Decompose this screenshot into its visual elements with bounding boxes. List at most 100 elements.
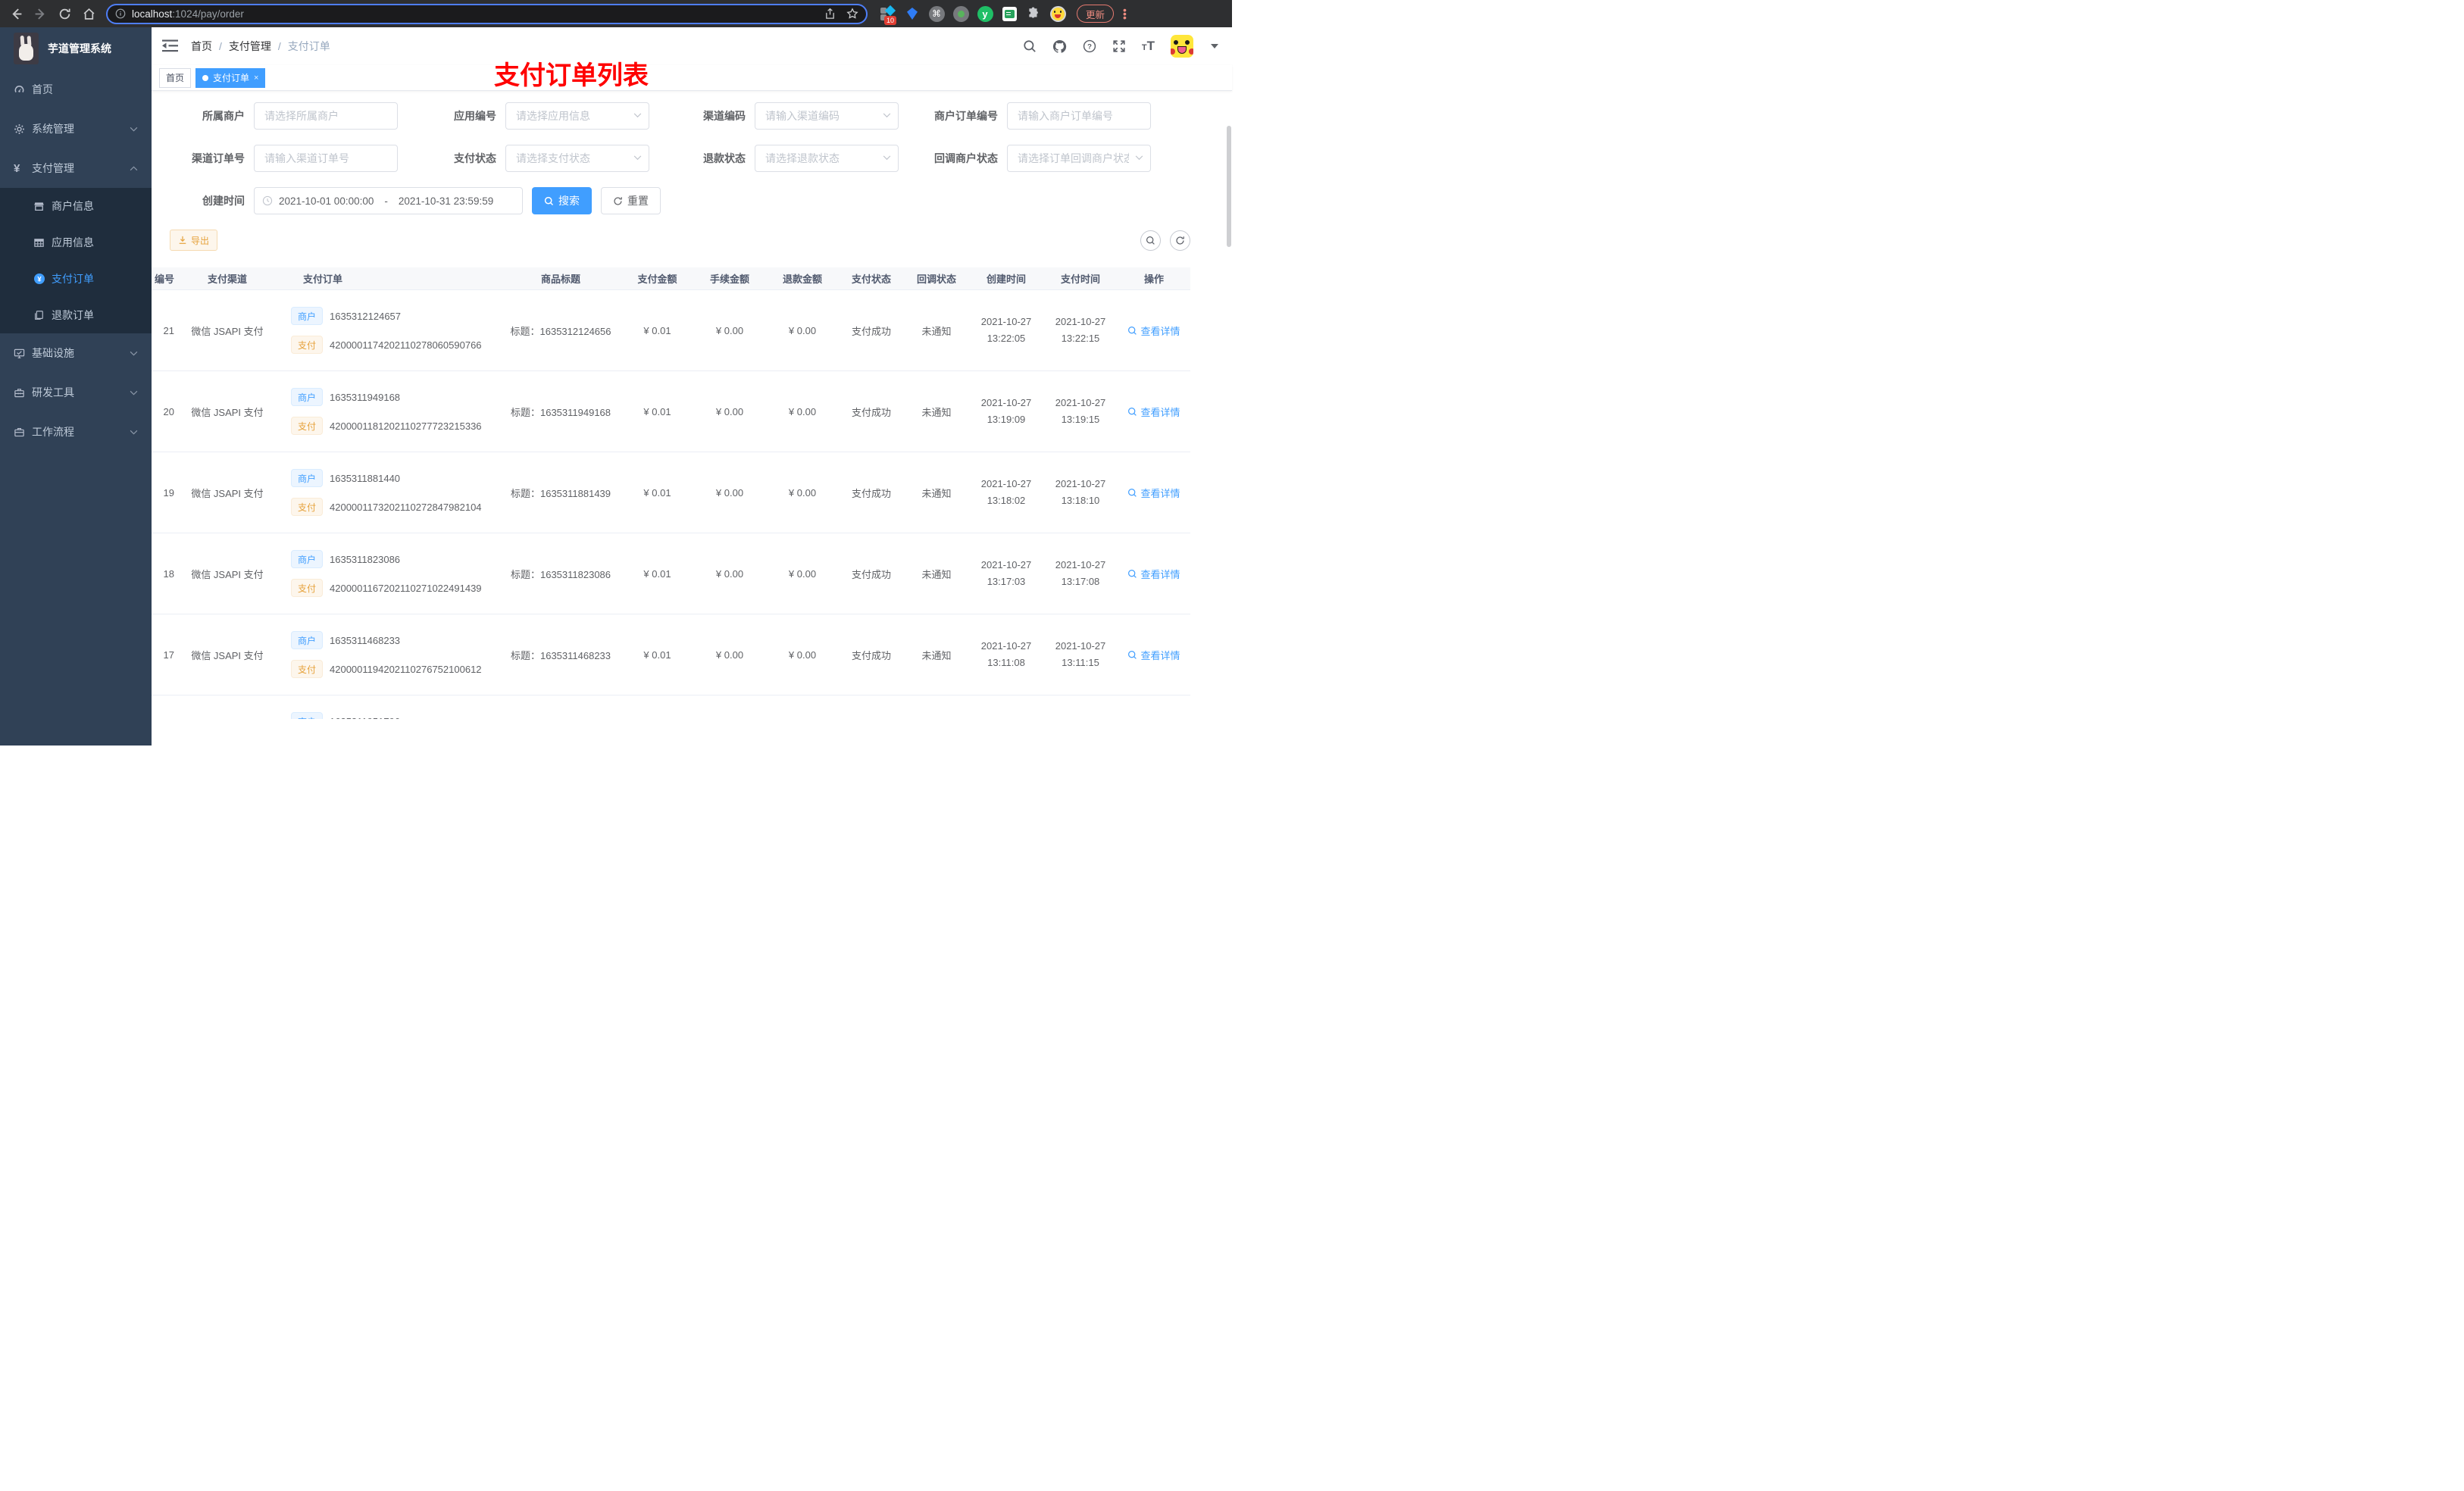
view-detail-link[interactable]: 查看详情 (1127, 486, 1180, 500)
breadcrumb-pay-mgmt[interactable]: 支付管理 (229, 39, 271, 54)
view-detail-link[interactable]: 查看详情 (1127, 324, 1180, 338)
yen-icon: ¥ (14, 161, 20, 175)
view-magnifier-icon (1128, 326, 1137, 335)
extension-dice-icon[interactable]: 10 (880, 5, 897, 25)
avatar-caret-icon[interactable] (1211, 44, 1218, 48)
create-time-range-picker[interactable]: 2021-10-01 00:00:00 - 2021-10-31 23:59:5… (254, 187, 523, 214)
extension-gem-icon[interactable] (904, 5, 921, 22)
breadcrumb: 首页 / 支付管理 / 支付订单 (191, 39, 330, 54)
table-row: 20 微信 JSAPI 支付 商户 1635311949168 支付 42000… (152, 371, 1190, 452)
help-icon[interactable]: ? (1083, 39, 1096, 53)
search-button[interactable]: 搜索 (532, 187, 592, 214)
home-icon[interactable] (79, 4, 98, 23)
sidebar-item-refund-order[interactable]: 退款订单 (0, 297, 152, 333)
pay-tag: 支付 (291, 498, 324, 516)
pay-status-select[interactable] (505, 145, 649, 172)
fullscreen-icon[interactable] (1112, 39, 1126, 53)
sidebar-item-pay[interactable]: ¥ 支付管理 (0, 148, 152, 188)
forward-icon[interactable] (30, 4, 50, 23)
topbar: 首页 / 支付管理 / 支付订单 ? TT (152, 27, 1232, 65)
extension-badge: 10 (884, 16, 897, 25)
table-row: 商户 1635311951796 支付 查看详情 (152, 695, 1190, 719)
extension-record-icon[interactable] (952, 5, 969, 22)
download-icon (179, 236, 186, 244)
extension-chat-icon[interactable] (1001, 5, 1018, 22)
clock-icon (262, 195, 273, 206)
share-icon[interactable] (824, 8, 836, 20)
chevron-down-icon (130, 127, 138, 132)
breadcrumb-home[interactable]: 首页 (191, 39, 212, 54)
view-magnifier-icon (1128, 407, 1137, 416)
copy-icon (33, 310, 52, 320)
reset-button[interactable]: 重置 (601, 187, 661, 214)
view-detail-link[interactable]: 查看详情 (1127, 567, 1180, 581)
url-text: localhost:1024/pay/order (132, 8, 244, 20)
yen-circle-icon: ¥ (33, 273, 52, 285)
pay-tag: 支付 (291, 336, 324, 354)
shop-icon (33, 201, 52, 212)
export-button[interactable]: 导出 (170, 230, 218, 251)
merchant-tag: 商户 (291, 307, 324, 325)
view-detail-link[interactable]: 查看详情 (1127, 405, 1180, 419)
merchant-tag: 商户 (291, 631, 324, 649)
github-icon[interactable] (1052, 39, 1067, 54)
merchant-select[interactable] (254, 102, 398, 130)
sidebar-item-app-info[interactable]: 应用信息 (0, 224, 152, 261)
tab-pay-order[interactable]: 支付订单 × (195, 67, 266, 88)
font-size-icon[interactable]: TT (1142, 39, 1155, 54)
view-detail-link[interactable]: 查看详情 (1127, 648, 1180, 662)
merchant-order-no-input[interactable] (1007, 102, 1151, 130)
search-icon[interactable] (1023, 39, 1037, 53)
channel-code-select[interactable] (755, 102, 899, 130)
gear-icon (14, 123, 32, 135)
back-icon[interactable] (6, 4, 26, 23)
monitor-icon (14, 348, 32, 359)
site-info-icon[interactable] (115, 8, 126, 19)
profile-avatar-icon[interactable] (1049, 5, 1066, 22)
channel-pay-no: 4200001173202110272847982104 (330, 501, 482, 513)
close-icon[interactable]: × (254, 73, 258, 83)
merchant-tag: 商户 (291, 712, 324, 719)
channel-order-no-input[interactable] (254, 145, 398, 172)
tab-home[interactable]: 首页 (159, 67, 192, 88)
toolbox-icon (14, 387, 32, 399)
browser-update-button[interactable]: 更新 (1077, 5, 1115, 23)
refund-status-select[interactable] (755, 145, 899, 172)
bookmark-star-icon[interactable] (846, 8, 858, 20)
toggle-search-button[interactable] (1140, 230, 1161, 251)
extensions-puzzle-icon[interactable] (1025, 5, 1042, 22)
sidebar-item-dev-tools[interactable]: 研发工具 (0, 373, 152, 412)
avatar[interactable] (1171, 35, 1193, 58)
address-bar[interactable]: localhost:1024/pay/order (106, 3, 868, 24)
merchant-tag: 商户 (291, 550, 324, 568)
notify-status-select[interactable] (1007, 145, 1151, 172)
chevron-down-icon (883, 113, 891, 118)
sidebar-item-merchant-info[interactable]: 商户信息 (0, 188, 152, 224)
svg-text:¥: ¥ (37, 276, 42, 284)
table-row: 17 微信 JSAPI 支付 商户 1635311468233 支付 42000… (152, 614, 1190, 695)
merchant-order-no: 1635312124657 (330, 310, 402, 322)
sidebar-item-workflow[interactable]: 工作流程 (0, 412, 152, 452)
merchant-tag: 商户 (291, 469, 324, 487)
sidebar-collapse-icon[interactable] (162, 39, 179, 53)
merchant-order-no: 1635311951796 (330, 716, 400, 720)
sidebar-item-home[interactable]: 首页 (0, 70, 152, 109)
scrollbar[interactable] (1227, 126, 1231, 247)
sidebar-item-infra[interactable]: 基础设施 (0, 333, 152, 373)
extensions-row: 10 ⌘ y (880, 5, 1066, 25)
red-annotation-title: 支付订单列表 (494, 61, 649, 90)
app-select[interactable] (505, 102, 649, 130)
extension-y-icon[interactable]: y (977, 5, 993, 22)
table-header: 编号 支付渠道 支付订单 商品标题 支付金额 手续金额 退款金额 支付状态 回调… (152, 267, 1190, 290)
browser-menu-icon[interactable]: • • • (1123, 5, 1127, 23)
chevron-down-icon (633, 113, 642, 118)
filter-form: 所属商户 应用编号 渠道编码 商户订单编号 (152, 91, 1232, 230)
chevron-down-icon (633, 155, 642, 161)
refresh-table-button[interactable] (1170, 230, 1190, 251)
reload-icon[interactable] (55, 4, 74, 23)
sidebar-item-pay-order[interactable]: ¥ 支付订单 (0, 261, 152, 297)
extension-command-icon[interactable]: ⌘ (928, 5, 945, 22)
grid-icon (33, 237, 52, 248)
chevron-up-icon (130, 165, 138, 171)
sidebar-item-system[interactable]: 系统管理 (0, 109, 152, 148)
